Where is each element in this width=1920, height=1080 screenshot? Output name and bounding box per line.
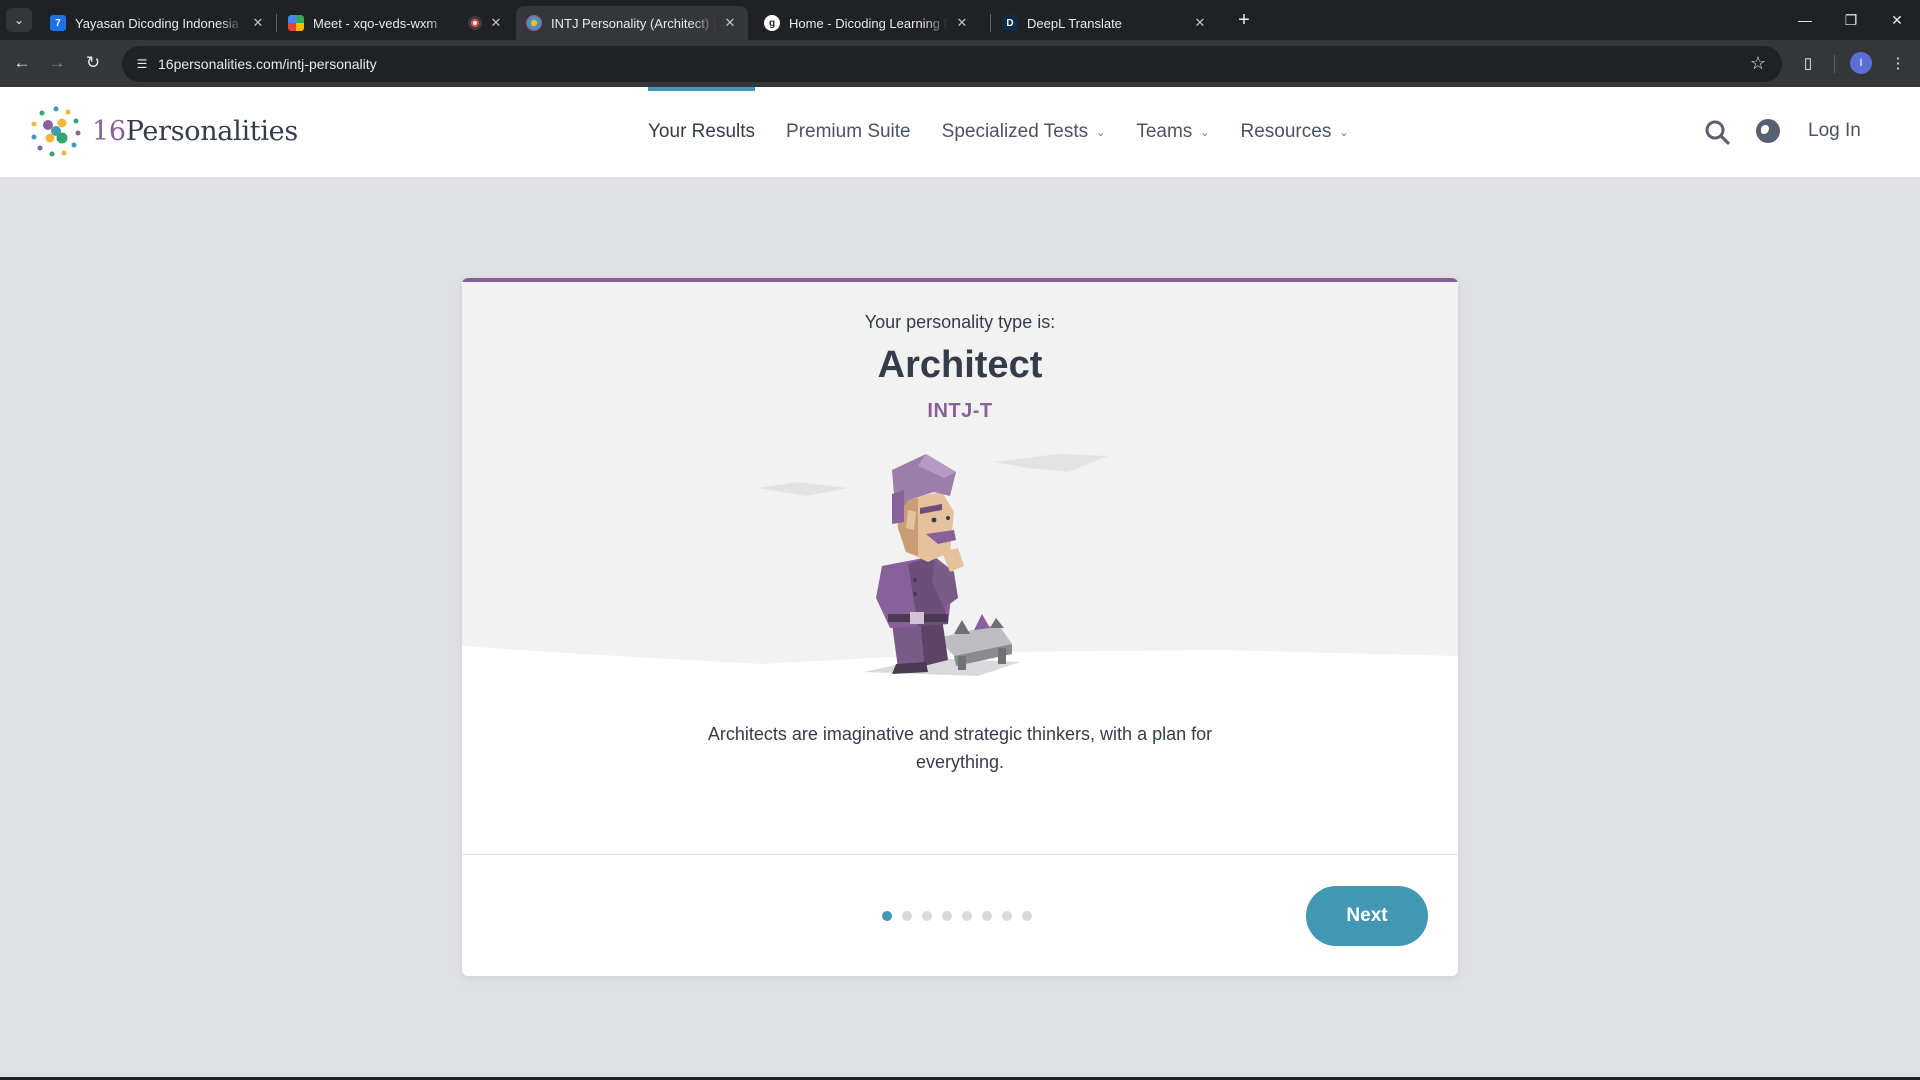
tab-title: INTJ Personality (Architect) | 16P — [551, 15, 716, 31]
nav-label: Specialized Tests — [941, 121, 1089, 142]
login-link[interactable]: Log In — [1808, 120, 1861, 142]
arrow-left-icon: ← — [13, 53, 31, 72]
back-button[interactable]: ← — [9, 50, 35, 76]
toolbar-divider — [1834, 55, 1835, 73]
minimize-icon: — — [1798, 12, 1812, 28]
site-logo[interactable]: 16Personalities — [28, 102, 298, 160]
card-accent-line — [462, 278, 1458, 282]
architect-character-illustration — [758, 454, 1108, 676]
pager-dot[interactable] — [902, 911, 912, 921]
tab-title: Meet - xqo-veds-wxm — [313, 15, 438, 31]
browser-tab[interactable]: D DeepL Translate ✕ — [992, 6, 1218, 40]
chevron-down-icon: ⌄ — [13, 13, 25, 27]
nav-label: Teams — [1136, 121, 1193, 142]
bookmark-star-icon[interactable]: ☆ — [1750, 53, 1766, 74]
browser-tab[interactable]: 7 Yayasan Dicoding Indonesia - C ✕ — [40, 6, 276, 40]
site-header: 16Personalities Your Results Premium Sui… — [0, 87, 1920, 177]
nav-resources[interactable]: Resources ⌄ — [1241, 87, 1349, 177]
address-bar[interactable]: ☰ 16personalities.com/intj-personality ☆ — [122, 46, 1782, 82]
forward-button[interactable]: → — [44, 50, 70, 76]
pager-dot[interactable] — [1022, 911, 1032, 921]
nav-premium-suite[interactable]: Premium Suite — [786, 87, 911, 177]
nav-label: Your Results — [648, 121, 756, 142]
plus-icon: + — [1238, 8, 1250, 31]
logo-wordmark: 16Personalities — [92, 115, 298, 147]
browser-tab-strip: ⌄ 7 Yayasan Dicoding Indonesia - C ✕ Mee… — [0, 0, 1920, 40]
menu-kebab-icon[interactable]: ⋮ — [1886, 51, 1910, 75]
pager-dots — [882, 911, 1042, 921]
deepl-favicon-icon: D — [1002, 15, 1018, 31]
calendar-favicon-icon: 7 — [50, 15, 66, 31]
restore-button[interactable]: ❐ — [1828, 0, 1874, 40]
16personalities-logo-icon — [31, 106, 81, 157]
reload-icon: ↻ — [85, 53, 101, 72]
close-tab-icon[interactable]: ✕ — [250, 15, 266, 31]
main-navigation: Your Results Premium Suite Specialized T… — [648, 87, 1380, 177]
meet-favicon-icon — [288, 15, 304, 31]
tab-title: Yayasan Dicoding Indonesia - C — [75, 15, 244, 31]
close-tab-icon[interactable]: ✕ — [488, 15, 504, 31]
restore-icon: ❐ — [1844, 11, 1858, 28]
nav-specialized-tests[interactable]: Specialized Tests ⌄ — [942, 87, 1106, 177]
chevron-down-icon: ⌄ — [1096, 126, 1106, 139]
profile-avatar[interactable]: I — [1850, 52, 1872, 74]
tab-separator — [276, 14, 277, 32]
close-tab-icon[interactable]: ✕ — [1192, 15, 1208, 31]
pager-dot[interactable] — [1002, 911, 1012, 921]
16personalities-favicon-icon — [526, 15, 542, 31]
arrow-right-icon: → — [48, 53, 66, 72]
personality-type-code: INTJ-T — [927, 400, 993, 422]
nav-label: Premium Suite — [786, 121, 911, 142]
browser-tab[interactable]: ✕ — [458, 6, 506, 40]
tab-search-button[interactable]: ⌄ — [6, 8, 32, 32]
result-card: Your personality type is: Architect INTJ… — [462, 278, 1458, 976]
dicoding-favicon-icon: g — [764, 15, 780, 31]
recording-icon — [468, 16, 482, 30]
close-icon: ✕ — [1891, 11, 1903, 28]
nav-label: Resources — [1240, 121, 1332, 142]
card-divider — [462, 854, 1458, 855]
browser-tab-active[interactable]: INTJ Personality (Architect) | 16P ✕ — [516, 6, 748, 40]
pager-dot-active[interactable] — [882, 911, 892, 921]
chevron-down-icon: ⌄ — [1200, 126, 1210, 139]
next-button[interactable]: Next — [1306, 886, 1428, 946]
result-intro: Your personality type is: — [864, 312, 1056, 332]
tab-title: DeepL Translate — [1027, 15, 1122, 31]
reload-button[interactable]: ↻ — [80, 50, 106, 76]
site-info-icon[interactable]: ☰ — [132, 54, 152, 74]
nav-teams[interactable]: Teams ⌄ — [1136, 87, 1209, 177]
extensions-icon[interactable]: ▯ — [1796, 51, 1820, 75]
nav-your-results[interactable]: Your Results — [648, 87, 756, 177]
search-icon[interactable] — [1704, 119, 1730, 145]
browser-toolbar: ← → ↻ ☰ 16personalities.com/intj-persona… — [0, 40, 1920, 87]
browser-tab[interactable]: Meet - xqo-veds-wxm — [278, 6, 458, 40]
minimize-button[interactable]: — — [1782, 0, 1828, 40]
pager-dot[interactable] — [922, 911, 932, 921]
close-tab-icon[interactable]: ✕ — [954, 15, 970, 31]
close-window-button[interactable]: ✕ — [1874, 0, 1920, 40]
personality-type-name: Architect — [877, 344, 1043, 386]
close-tab-icon[interactable]: ✕ — [722, 15, 738, 31]
globe-icon[interactable] — [1756, 119, 1780, 143]
pager-dot[interactable] — [942, 911, 952, 921]
new-tab-button[interactable]: + — [1232, 8, 1256, 32]
pager-dot[interactable] — [982, 911, 992, 921]
result-description: Architects are imaginative and strategic… — [707, 724, 1213, 772]
tab-title: Home - Dicoding Learning Dashb — [789, 15, 948, 31]
tab-separator — [990, 14, 991, 32]
browser-tab[interactable]: g Home - Dicoding Learning Dashb ✕ — [754, 6, 980, 40]
chevron-down-icon: ⌄ — [1339, 126, 1349, 139]
pager-dot[interactable] — [962, 911, 972, 921]
url-text: 16personalities.com/intj-personality — [158, 56, 377, 72]
